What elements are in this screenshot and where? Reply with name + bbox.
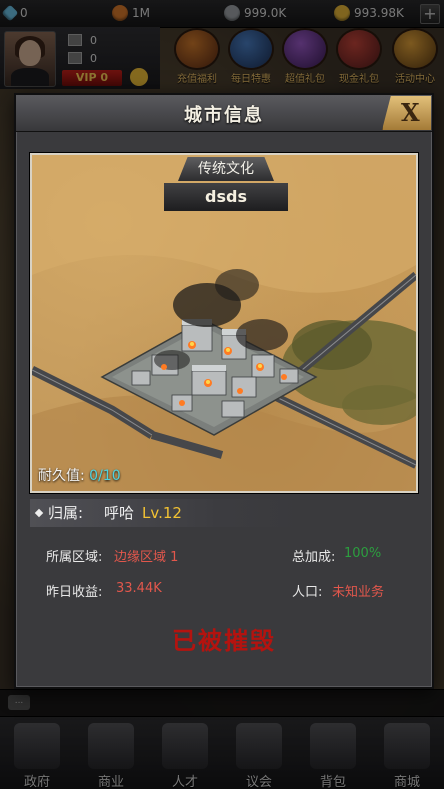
- culture-tag: 传统文化: [178, 157, 274, 181]
- region-value: 边缘区域 1: [114, 550, 179, 565]
- city-info-dialog: 城市信息 X 传统文化 dsds 耐久值: 0/10 归属: 呼哈 Lv.12 …: [14, 93, 434, 689]
- game-screen: 0 1M 999.0K 993.98K + 0 0 VIP 0 充值福利 每日特…: [0, 0, 444, 789]
- income-value: 33.44K: [116, 581, 162, 596]
- destroyed-status: 已被摧毁: [172, 627, 276, 655]
- population-label: 人口:: [292, 585, 323, 600]
- diamond-bullet-icon: [34, 508, 44, 518]
- owner-label: 归属:: [48, 504, 84, 522]
- dialog-title: 城市信息: [184, 105, 264, 126]
- bonus-label: 总加成:: [292, 550, 336, 565]
- income-label: 昨日收益:: [46, 585, 103, 600]
- owner-name[interactable]: 呼哈: [104, 499, 134, 527]
- close-icon: X: [401, 98, 420, 127]
- city-image: 传统文化 dsds 耐久值: 0/10: [30, 153, 418, 493]
- owner-row: 归属: 呼哈 Lv.12: [30, 499, 300, 527]
- dialog-header: 城市信息 X: [16, 95, 432, 132]
- city-name: dsds: [164, 183, 288, 211]
- bonus-value: 100%: [344, 546, 382, 561]
- owner-level: Lv.12: [142, 504, 182, 522]
- population-value: 未知业务: [332, 585, 385, 600]
- region-label: 所属区域:: [46, 550, 103, 565]
- durability-value: 0/10: [89, 468, 121, 484]
- durability-readout: 耐久值: 0/10: [38, 468, 121, 484]
